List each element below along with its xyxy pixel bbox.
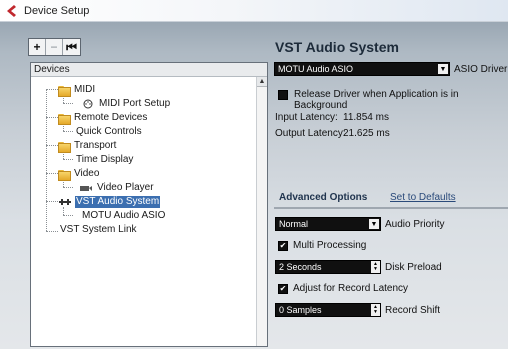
tree-connector <box>63 207 64 215</box>
folder-icon <box>58 113 71 125</box>
tree-connector <box>46 145 58 146</box>
midi-port-icon <box>83 99 93 108</box>
tab-divider <box>274 207 508 209</box>
disk-preload-stepper[interactable]: 2 Seconds ▲ ▼ <box>275 260 381 274</box>
scroll-up-arrow-icon[interactable]: ▲ <box>257 77 267 87</box>
tree-item-midi[interactable]: MIDI <box>58 83 96 97</box>
tree-connector <box>46 117 58 118</box>
asio-driver-select[interactable]: MOTU Audio ASIO ▼ <box>274 62 450 76</box>
disk-preload-value: 2 Seconds <box>279 262 322 272</box>
audio-priority-label: Audio Priority <box>385 219 445 230</box>
video-player-icon <box>80 185 92 191</box>
tree-item-label: Video <box>74 167 100 179</box>
tree-item-label: VST Audio System <box>75 195 161 208</box>
spinner-arrows-icon[interactable]: ▲ ▼ <box>371 304 380 316</box>
tree-item-label: Remote Devices <box>74 111 148 123</box>
release-driver-label: Release Driver when Application is in Ba… <box>294 89 459 111</box>
audio-priority-select[interactable]: Normal ▼ <box>275 217 381 231</box>
tree-item-label: MIDI <box>74 83 96 95</box>
output-latency-label: Output Latency: <box>275 128 346 139</box>
tree-connector <box>46 89 58 90</box>
devices-header: Devices <box>31 63 267 77</box>
tree-connector <box>46 89 47 231</box>
folder-icon <box>58 169 71 181</box>
spinner-arrows-icon[interactable]: ▲ ▼ <box>371 261 380 273</box>
disk-preload-label: Disk Preload <box>385 262 442 273</box>
add-device-button[interactable]: + <box>29 39 46 55</box>
tree-item-midi-port-setup[interactable]: MIDI Port Setup <box>81 97 171 110</box>
tree-item-transport[interactable]: Transport <box>58 139 117 153</box>
device-toolbar: + − ⏮ <box>28 38 81 56</box>
remove-device-button[interactable]: − <box>46 39 63 55</box>
tree-item-video-player[interactable]: Video Player <box>79 181 155 194</box>
cubase-icon <box>7 4 16 17</box>
title-bar: Device Setup <box>0 0 508 22</box>
tree-connector <box>63 187 73 188</box>
asio-driver-value: MOTU Audio ASIO <box>278 64 354 74</box>
multi-processing-checkbox[interactable]: ✔ <box>278 241 288 251</box>
tree-item-label: Transport <box>74 139 117 151</box>
tree-connector <box>63 131 73 132</box>
tree-item-label: Time Display <box>76 153 134 165</box>
tree-item-quick-controls[interactable]: Quick Controls <box>75 125 143 138</box>
asio-driver-label: ASIO Driver <box>454 64 508 75</box>
tree-item-video[interactable]: Video <box>58 167 100 181</box>
devices-list: Devices MIDI MIDI Port Setup Remote Devi… <box>30 62 268 347</box>
devices-tree: MIDI MIDI Port Setup Remote Devices Quic… <box>31 77 257 346</box>
adjust-record-latency-checkbox[interactable]: ✔ <box>278 284 288 294</box>
tree-connector <box>63 215 73 216</box>
tab-advanced-options[interactable]: Advanced Options <box>279 192 367 203</box>
input-latency-label: Input Latency: <box>275 112 338 123</box>
record-shift-stepper[interactable]: 0 Samples ▲ ▼ <box>275 303 381 317</box>
chevron-down-icon[interactable]: ▼ <box>438 64 448 74</box>
tree-item-label: MIDI Port Setup <box>99 97 171 109</box>
chevron-down-icon[interactable]: ▼ <box>369 219 379 229</box>
multi-processing-label: Multi Processing <box>293 240 367 251</box>
folder-icon <box>58 141 71 153</box>
tree-connector <box>46 201 58 202</box>
record-shift-label: Record Shift <box>385 305 441 316</box>
device-setup-panel: + − ⏮ Devices MIDI MIDI Port Setup Remot… <box>0 22 508 349</box>
panel-title: VST Audio System <box>275 39 399 55</box>
vst-audio-icon <box>59 198 71 205</box>
folder-icon <box>58 85 71 97</box>
tree-connector <box>63 159 73 160</box>
set-to-defaults-link[interactable]: Set to Defaults <box>390 192 456 203</box>
tree-connector <box>46 173 58 174</box>
tree-connector <box>63 103 73 104</box>
tree-item-label: Video Player <box>97 181 154 193</box>
tree-connector <box>46 231 58 232</box>
tree-item-motu-audio-asio[interactable]: MOTU Audio ASIO <box>81 209 166 222</box>
audio-priority-value: Normal <box>279 219 309 229</box>
tree-item-time-display[interactable]: Time Display <box>75 153 134 166</box>
tree-item-label: MOTU Audio ASIO <box>82 209 166 221</box>
release-driver-checkbox[interactable] <box>278 90 288 100</box>
tree-item-vst-audio-system[interactable]: VST Audio System <box>58 195 161 208</box>
tree-item-vst-system-link[interactable]: VST System Link <box>59 223 138 236</box>
tree-item-label: Quick Controls <box>76 125 142 137</box>
tree-item-remote-devices[interactable]: Remote Devices <box>58 111 148 125</box>
record-shift-value: 0 Samples <box>279 305 322 315</box>
devices-scrollbar[interactable]: ▲ <box>256 77 267 346</box>
window-title: Device Setup <box>24 4 90 17</box>
output-latency-value: 21.625 ms <box>343 128 390 139</box>
reset-device-button[interactable]: ⏮ <box>63 39 80 55</box>
adjust-record-latency-label: Adjust for Record Latency <box>293 283 409 294</box>
tree-item-label: VST System Link <box>60 223 137 235</box>
input-latency-value: 11.854 ms <box>343 112 389 123</box>
